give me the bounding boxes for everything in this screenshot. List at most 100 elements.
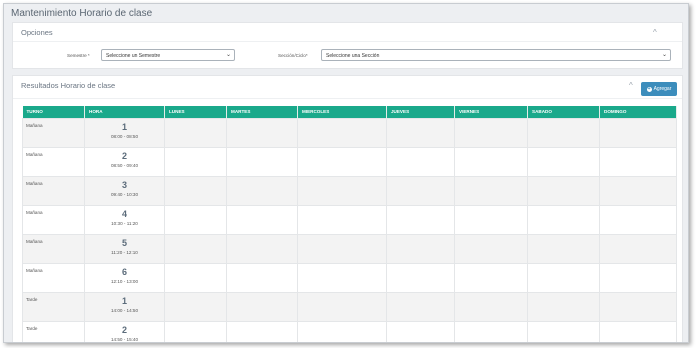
- schedule-cell-sabado[interactable]: [527, 320, 600, 342]
- chevron-down-icon: ⌄: [225, 52, 231, 58]
- schedule-cell-sabado[interactable]: [527, 291, 600, 322]
- schedule-cell-martes[interactable]: [226, 146, 298, 177]
- hora-range: 14:00 - 14:50: [110, 307, 139, 313]
- schedule-cell-jueves[interactable]: [386, 262, 455, 293]
- turno-cell: Mañana: [22, 117, 85, 148]
- hora-number: 2: [121, 324, 127, 335]
- table-row: Mañana 2 08:50 - 09:40: [22, 146, 677, 177]
- schedule-cell-martes[interactable]: [226, 175, 298, 206]
- table-body: Mañana 1 08:00 - 08:50 Mañana 2 08:50 - 09:40…: [22, 117, 677, 342]
- turno-cell: Mañana: [22, 204, 85, 235]
- schedule-cell-domingo[interactable]: [599, 175, 677, 206]
- schedule-cell-lunes[interactable]: [164, 117, 227, 148]
- table-row: Mañana 6 12:10 - 13:00: [22, 262, 677, 293]
- seccion-select-value: Seleccione una Sección: [326, 53, 380, 59]
- turno-cell: Mañana: [22, 233, 85, 264]
- agregar-button[interactable]: + Agregar: [641, 82, 677, 96]
- hora-range: 08:00 - 08:50: [110, 133, 139, 139]
- schedule-cell-martes[interactable]: [226, 117, 298, 148]
- column-header-jueves: JUEVES: [386, 106, 455, 118]
- schedule-cell-martes[interactable]: [226, 233, 298, 264]
- hora-range: 10:30 - 11:20: [111, 220, 138, 226]
- schedule-cell-viernes[interactable]: [454, 262, 528, 293]
- resultados-divider: [13, 98, 682, 99]
- schedule-cell-martes[interactable]: [226, 262, 298, 293]
- hora-range: 14:50 - 15:40: [110, 336, 139, 342]
- hora-range: 11:20 - 12:10: [111, 249, 138, 255]
- schedule-cell-miercoles[interactable]: [297, 233, 387, 264]
- hora-number: 3: [121, 179, 127, 190]
- table-row: Mañana 3 09:40 - 10:30: [22, 175, 677, 206]
- column-header-hora: HORA: [84, 106, 165, 118]
- hora-cell: 3 09:40 - 10:30: [84, 175, 165, 206]
- hora-range: 12:10 - 13:00: [110, 278, 139, 284]
- schedule-cell-jueves[interactable]: [386, 175, 455, 206]
- hora-range: 09:40 - 10:30: [110, 191, 139, 197]
- schedule-cell-domingo[interactable]: [599, 320, 677, 342]
- schedule-cell-miercoles[interactable]: [297, 204, 387, 235]
- schedule-cell-martes[interactable]: [226, 291, 298, 322]
- page-title: Mantenimiento Horario de clase: [11, 8, 153, 19]
- schedule-cell-jueves[interactable]: [386, 233, 455, 264]
- schedule-cell-lunes[interactable]: [164, 320, 227, 342]
- schedule-cell-sabado[interactable]: [527, 146, 600, 177]
- agregar-button-label: Agregar: [653, 86, 672, 92]
- schedule-cell-domingo[interactable]: [599, 117, 677, 148]
- schedule-cell-miercoles[interactable]: [297, 320, 387, 342]
- schedule-cell-lunes[interactable]: [164, 175, 227, 206]
- schedule-cell-sabado[interactable]: [527, 233, 600, 264]
- schedule-cell-miercoles[interactable]: [297, 291, 387, 322]
- schedule-cell-jueves[interactable]: [386, 146, 455, 177]
- schedule-cell-viernes[interactable]: [454, 233, 528, 264]
- schedule-cell-jueves[interactable]: [386, 117, 455, 148]
- seccion-select[interactable]: Seleccione una Sección ⌄: [321, 49, 671, 61]
- schedule-cell-domingo[interactable]: [599, 262, 677, 293]
- schedule-cell-jueves[interactable]: [386, 204, 455, 235]
- chevron-down-icon: ⌄: [661, 52, 667, 58]
- hora-cell: 2 14:50 - 15:40: [84, 320, 165, 342]
- schedule-cell-lunes[interactable]: [164, 262, 227, 293]
- app-frame: Mantenimiento Horario de clase Opciones …: [3, 3, 689, 343]
- hora-cell: 2 08:50 - 09:40: [84, 146, 165, 177]
- schedule-cell-sabado[interactable]: [527, 175, 600, 206]
- schedule-cell-sabado[interactable]: [527, 204, 600, 235]
- schedule-cell-lunes[interactable]: [164, 146, 227, 177]
- schedule-cell-jueves[interactable]: [386, 291, 455, 322]
- hora-cell: 6 12:10 - 13:00: [84, 262, 165, 293]
- schedule-cell-miercoles[interactable]: [297, 146, 387, 177]
- schedule-cell-domingo[interactable]: [599, 146, 677, 177]
- schedule-cell-jueves[interactable]: [386, 320, 455, 342]
- collapse-opciones-icon[interactable]: ^: [653, 29, 657, 37]
- column-header-lunes: LUNES: [164, 106, 227, 118]
- schedule-cell-sabado[interactable]: [527, 117, 600, 148]
- schedule-cell-viernes[interactable]: [454, 175, 528, 206]
- schedule-cell-miercoles[interactable]: [297, 175, 387, 206]
- hora-number: 5: [121, 237, 127, 248]
- schedule-cell-viernes[interactable]: [454, 146, 528, 177]
- schedule-cell-viernes[interactable]: [454, 320, 528, 342]
- schedule-cell-lunes[interactable]: [164, 204, 227, 235]
- schedule-cell-martes[interactable]: [226, 320, 298, 342]
- schedule-cell-miercoles[interactable]: [297, 262, 387, 293]
- schedule-cell-viernes[interactable]: [454, 117, 528, 148]
- resultados-title: Resultados Horario de clase: [21, 81, 116, 90]
- table-header-row: TURNO HORA LUNES MARTES MIERCOLES JUEVES VIERN…: [22, 106, 677, 118]
- schedule-cell-viernes[interactable]: [454, 291, 528, 322]
- schedule-cell-martes[interactable]: [226, 204, 298, 235]
- schedule-cell-domingo[interactable]: [599, 291, 677, 322]
- plus-circle-icon: +: [646, 85, 652, 92]
- table-row: Mañana 1 08:00 - 08:50: [22, 117, 677, 148]
- schedule-cell-lunes[interactable]: [164, 233, 227, 264]
- hora-cell: 5 11:20 - 12:10: [84, 233, 165, 264]
- schedule-cell-miercoles[interactable]: [297, 117, 387, 148]
- schedule-cell-domingo[interactable]: [599, 233, 677, 264]
- column-header-viernes: VIERNES: [454, 106, 528, 118]
- semestre-select[interactable]: Seleccione un Semestre ⌄: [101, 49, 235, 61]
- hora-cell: 1 08:00 - 08:50: [84, 117, 165, 148]
- schedule-cell-sabado[interactable]: [527, 262, 600, 293]
- collapse-resultados-icon[interactable]: ^: [629, 82, 633, 90]
- schedule-cell-domingo[interactable]: [599, 204, 677, 235]
- schedule-cell-viernes[interactable]: [454, 204, 528, 235]
- schedule-cell-lunes[interactable]: [164, 291, 227, 322]
- column-header-martes: MARTES: [226, 106, 298, 118]
